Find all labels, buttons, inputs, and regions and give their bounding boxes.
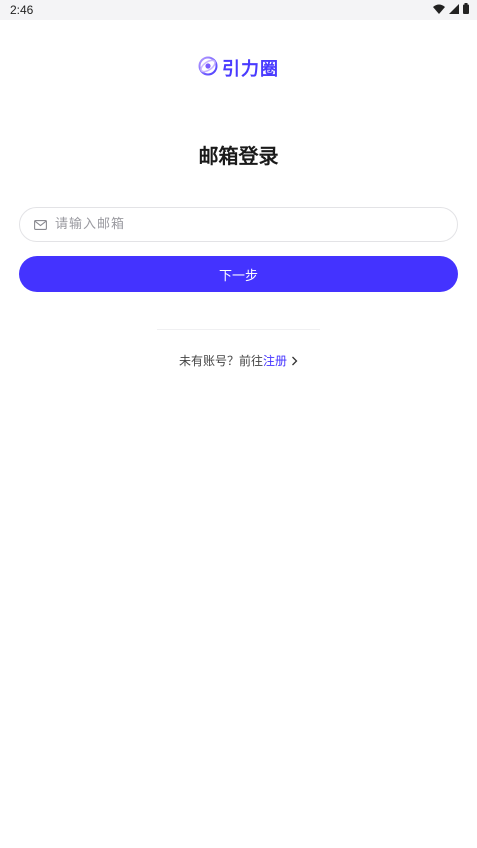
logo-text: 引力圈 <box>222 59 279 80</box>
divider <box>157 329 320 330</box>
email-field[interactable] <box>19 207 458 242</box>
status-bar: 2:46 <box>0 0 477 20</box>
battery-icon <box>463 3 469 14</box>
orbit-logo-icon <box>198 56 218 80</box>
email-input[interactable] <box>55 208 457 241</box>
page-title: 邮箱登录 <box>198 144 279 168</box>
app-logo: 引力圈 <box>0 55 477 81</box>
next-button[interactable]: 下一步 <box>19 256 458 292</box>
register-prompt: 未有账号？前往 <box>178 354 263 368</box>
signal-icon <box>449 3 459 14</box>
mail-icon <box>34 219 47 230</box>
register-link[interactable]: 注册 <box>263 352 287 369</box>
status-icons <box>433 3 469 14</box>
status-time: 2:46 <box>10 3 34 17</box>
register-row: 未有账号？前往 注册 <box>0 352 477 369</box>
wifi-icon <box>433 4 445 14</box>
chevron-right-icon[interactable] <box>287 356 298 366</box>
